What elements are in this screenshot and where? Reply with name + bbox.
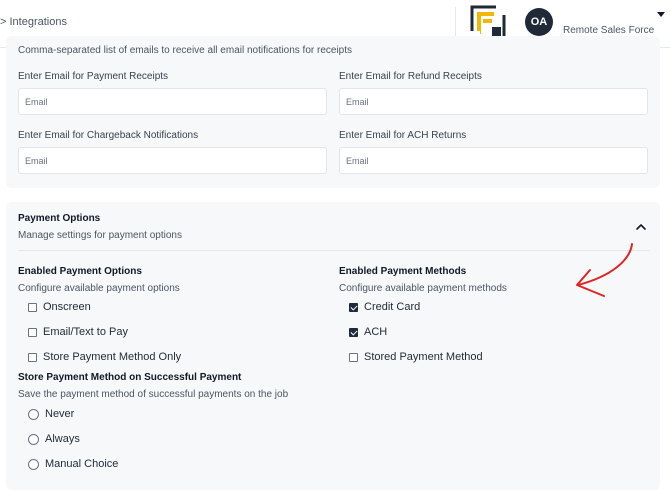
chevron-up-icon[interactable] (634, 220, 648, 234)
payment-options-subtitle: Manage settings for payment options (18, 230, 182, 241)
payment-receipts-label: Enter Email for Payment Receipts (18, 71, 169, 82)
chargeback-notifications-email-input[interactable] (18, 147, 327, 174)
breadcrumb[interactable]: > Integrations (0, 16, 67, 28)
radio-always[interactable] (28, 433, 39, 445)
enabled-payment-methods-subtitle: Configure available payment methods (339, 283, 507, 294)
chargeback-notifications-label: Enter Email for Chargeback Notifications (18, 130, 199, 141)
method-stored-payment-method[interactable]: Stored Payment Method (349, 350, 483, 364)
option-onscreen-label: Onscreen (43, 301, 91, 313)
refund-receipts-label: Enter Email for Refund Receipts (339, 71, 482, 82)
enabled-payment-options-subtitle: Configure available payment options (18, 283, 180, 294)
checkbox-email-text-to-pay[interactable] (28, 327, 37, 337)
receipt-emails-card: Comma-separated list of emails to receiv… (6, 36, 660, 188)
radio-manual-choice[interactable] (28, 458, 39, 470)
ach-returns-email-input[interactable] (339, 147, 648, 174)
radio-never-label: Never (45, 408, 75, 420)
method-credit-card-label: Credit Card (364, 301, 421, 313)
radio-always-label: Always (45, 433, 80, 445)
method-ach[interactable]: ACH (349, 325, 387, 339)
company-name[interactable]: Remote Sales Force (563, 25, 654, 36)
payment-options-title: Payment Options (18, 213, 101, 224)
store-payment-method-subtitle: Save the payment method of successful pa… (18, 389, 289, 400)
ach-returns-label: Enter Email for ACH Returns (339, 130, 467, 141)
radio-option-manual-choice[interactable]: Manual Choice (28, 457, 118, 471)
red-arrow-annotation (576, 243, 633, 297)
enabled-payment-options-title: Enabled Payment Options (18, 266, 142, 277)
store-payment-method-title: Store Payment Method on Successful Payme… (18, 372, 242, 383)
method-credit-card[interactable]: Credit Card (349, 300, 420, 314)
radio-manual-choice-label: Manual Choice (45, 458, 119, 470)
avatar[interactable]: OA (525, 8, 553, 36)
radio-option-always[interactable]: Always (28, 432, 80, 446)
radio-option-never[interactable]: Never (28, 407, 74, 421)
refund-receipts-email-input[interactable] (339, 88, 648, 115)
checkbox-credit-card[interactable] (349, 302, 358, 312)
method-ach-label: ACH (364, 326, 388, 338)
checkbox-onscreen[interactable] (28, 302, 37, 312)
section-divider (18, 250, 650, 251)
option-store-payment-method-only[interactable]: Store Payment Method Only (28, 350, 181, 364)
caret-down-icon[interactable] (657, 12, 665, 17)
payment-options-card: Payment Options Manage settings for paym… (6, 202, 660, 490)
checkbox-store-payment-method-only[interactable] (28, 352, 37, 362)
receipts-description: Comma-separated list of emails to receiv… (18, 45, 353, 56)
checkbox-ach[interactable] (349, 327, 358, 337)
option-store-payment-method-only-label: Store Payment Method Only (43, 351, 182, 363)
payment-receipts-email-input[interactable] (18, 88, 327, 115)
option-onscreen[interactable]: Onscreen (28, 300, 91, 314)
option-email-text-to-pay-label: Email/Text to Pay (43, 326, 128, 338)
enabled-payment-methods-title: Enabled Payment Methods (339, 266, 467, 277)
option-email-text-to-pay[interactable]: Email/Text to Pay (28, 325, 128, 339)
radio-never[interactable] (28, 408, 39, 420)
method-stored-payment-method-label: Stored Payment Method (364, 351, 483, 363)
checkbox-stored-payment-method[interactable] (349, 352, 358, 362)
